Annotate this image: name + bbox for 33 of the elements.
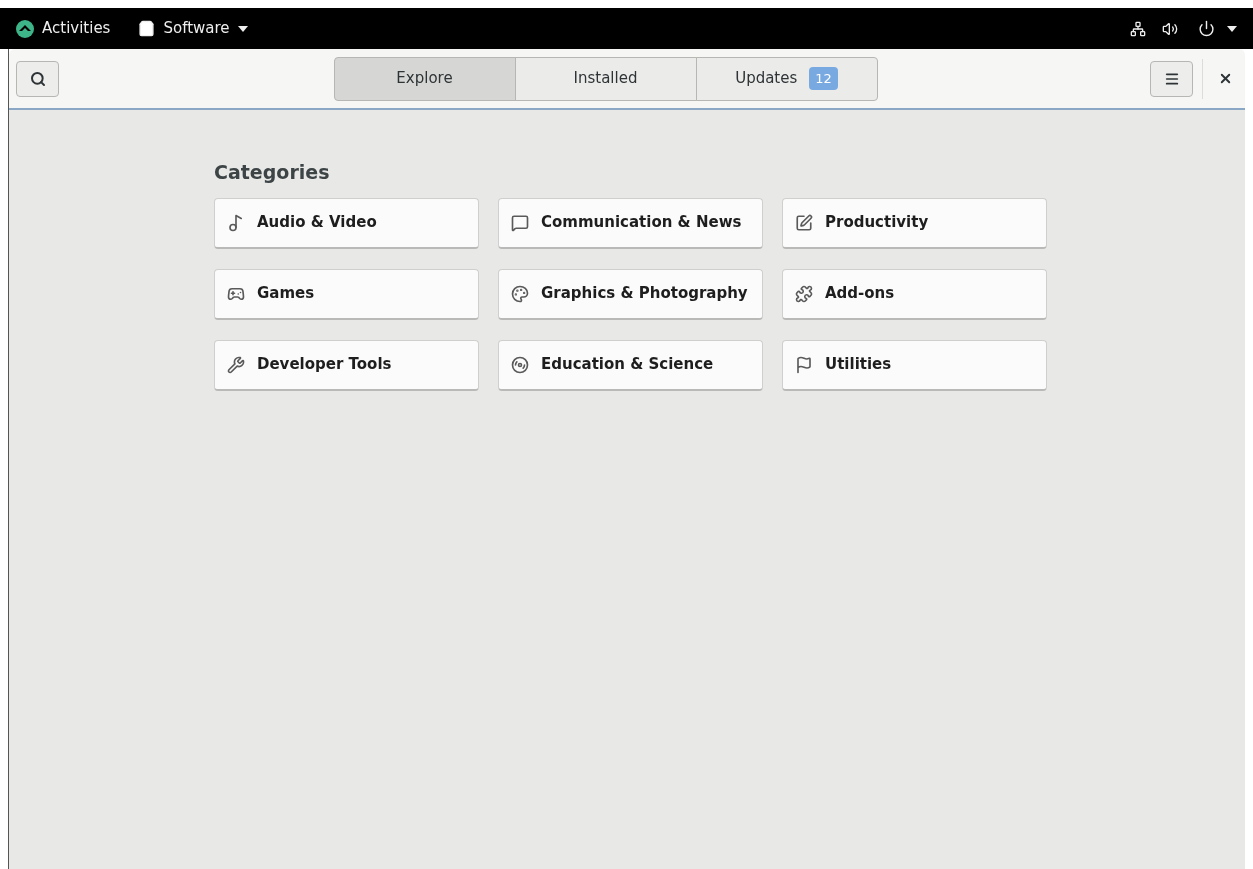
music-note-icon <box>227 213 245 232</box>
category-button[interactable]: Add-ons <box>782 268 1047 320</box>
tab[interactable]: Updates 12 <box>695 56 878 101</box>
search-button[interactable] <box>16 60 59 97</box>
caret-icon <box>237 25 248 32</box>
category-button[interactable]: Utilities <box>782 339 1047 391</box>
speech-bubble-icon <box>511 213 529 232</box>
search-icon <box>29 70 46 87</box>
category-button[interactable]: Graphics & Photography <box>498 268 763 320</box>
caret-icon <box>1227 25 1237 32</box>
category-button[interactable]: Education & Science <box>498 339 763 391</box>
category-button[interactable]: Productivity <box>782 197 1047 249</box>
logo-icon <box>16 19 34 38</box>
tab[interactable]: Installed <box>514 56 697 101</box>
power-icon[interactable] <box>1198 20 1215 37</box>
disc-icon <box>511 355 529 374</box>
wrench-icon <box>227 355 245 374</box>
category-button[interactable]: Audio & Video <box>214 197 479 249</box>
network-icon[interactable] <box>1130 20 1146 37</box>
puzzle-piece-icon <box>795 284 813 303</box>
menu-button[interactable] <box>1150 60 1193 97</box>
category-button[interactable]: Developer Tools <box>214 339 479 391</box>
activities-button[interactable]: Activities <box>16 17 111 40</box>
section-heading: Categories <box>214 160 330 185</box>
flag-icon <box>795 355 813 374</box>
count-badge: 12 <box>809 66 838 91</box>
pencil-square-icon <box>795 213 813 232</box>
tab[interactable]: Explore <box>333 56 516 101</box>
app-menu[interactable]: Software <box>138 17 248 40</box>
palette-icon <box>511 284 529 303</box>
category-button[interactable]: Communication & News <box>498 197 763 249</box>
category-button[interactable]: Games <box>214 268 479 320</box>
volume-icon[interactable] <box>1162 20 1178 37</box>
